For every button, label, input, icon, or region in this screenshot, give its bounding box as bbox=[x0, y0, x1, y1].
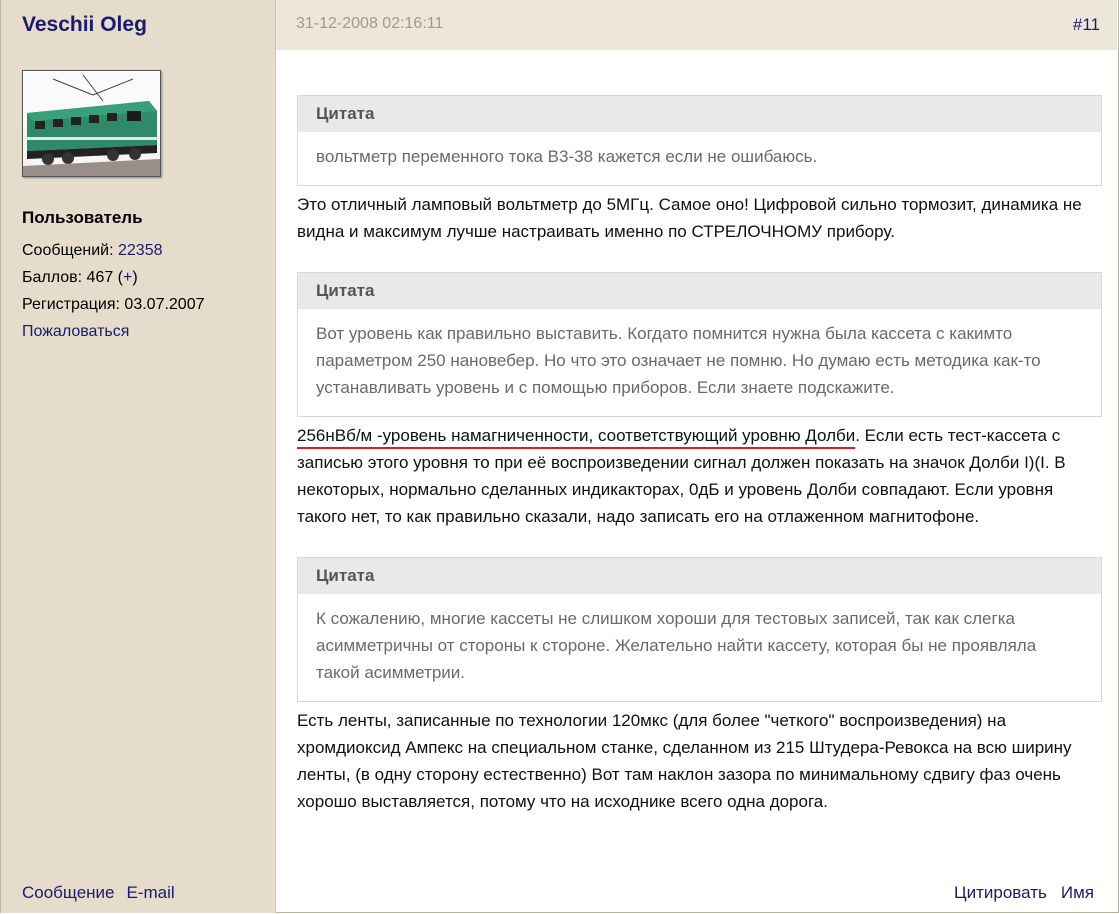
messages-stat: Сообщений: 22358 bbox=[22, 242, 163, 260]
author-name[interactable]: Veschii Oleg bbox=[22, 13, 147, 37]
post-footer: Цитировать Имя bbox=[940, 883, 1094, 903]
sidebar-footer: Сообщение E-mail bbox=[22, 883, 187, 903]
messages-label: Сообщений: bbox=[22, 242, 118, 259]
avatar[interactable] bbox=[22, 70, 161, 177]
post-number-link[interactable]: #11 bbox=[1073, 15, 1100, 35]
quote-block: Цитата вольтметр переменного тока В3-38 … bbox=[297, 95, 1102, 186]
quote-title: Цитата bbox=[298, 96, 1101, 132]
post-content: Цитата вольтметр переменного тока В3-38 … bbox=[297, 95, 1102, 815]
quote-title: Цитата bbox=[298, 273, 1101, 309]
report-link[interactable]: Пожаловаться bbox=[22, 323, 129, 340]
quote-text: Вот уровень как правильно выставить. Ког… bbox=[316, 324, 1041, 397]
points-close: ) bbox=[132, 269, 138, 286]
post-date: 31-12-2008 02:16:11 bbox=[296, 15, 444, 32]
post-paragraph: 256нВб/м -уровень намагниченности, соотв… bbox=[297, 422, 1102, 530]
email-link[interactable]: E-mail bbox=[127, 883, 175, 902]
messages-count-link[interactable]: 22358 bbox=[118, 242, 163, 259]
quote-text: К сожалению, многие кассеты не слишком х… bbox=[316, 609, 1037, 682]
quote-button[interactable]: Цитировать bbox=[954, 883, 1047, 902]
post-header: 31-12-2008 02:16:11 #11 bbox=[276, 0, 1117, 50]
points-stat: Баллов: 467 (+) bbox=[22, 269, 138, 287]
author-sidebar: Veschii Oleg Пользователь Сообщений: 223 bbox=[1, 0, 276, 913]
post-paragraph: Есть ленты, записанные по технологии 120… bbox=[297, 711, 1072, 811]
quote-text: вольтметр переменного тока В3-38 кажется… bbox=[316, 147, 818, 166]
quote-block: Цитата Вот уровень как правильно выстави… bbox=[297, 272, 1102, 417]
quote-title: Цитата bbox=[298, 558, 1101, 594]
private-message-link[interactable]: Сообщение bbox=[22, 883, 115, 902]
report-stat: Пожаловаться bbox=[22, 323, 129, 341]
post-paragraph: Это отличный ламповый вольтметр до 5МГц.… bbox=[297, 195, 1082, 241]
train-avatar-image bbox=[23, 71, 160, 176]
name-button[interactable]: Имя bbox=[1061, 883, 1094, 902]
user-role: Пользователь bbox=[22, 208, 143, 227]
points-label: Баллов: 467 ( bbox=[22, 269, 124, 286]
registration-date: Регистрация: 03.07.2007 bbox=[22, 296, 205, 313]
underlined-text: 256нВб/м -уровень намагниченности, соотв… bbox=[297, 426, 856, 445]
points-plus-link[interactable]: + bbox=[123, 269, 132, 286]
quote-block: Цитата К сожалению, многие кассеты не сл… bbox=[297, 557, 1102, 702]
